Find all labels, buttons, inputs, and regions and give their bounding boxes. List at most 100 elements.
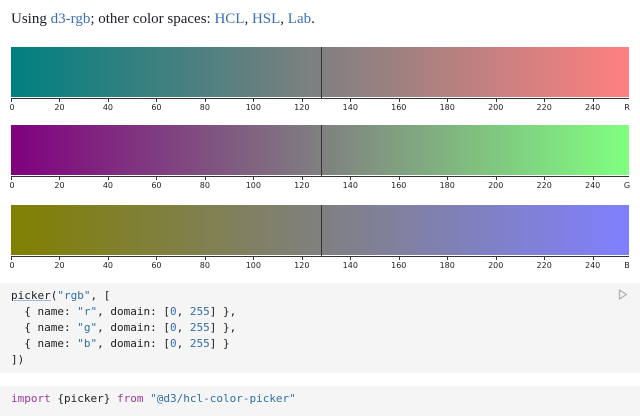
axis-tick bbox=[59, 256, 60, 260]
code-token: { name: bbox=[11, 305, 78, 318]
code-number: 255 bbox=[189, 305, 210, 318]
axis-line bbox=[11, 256, 629, 257]
tick-label: 120 bbox=[294, 261, 310, 270]
tick-label: 240 bbox=[585, 103, 601, 112]
axis-tick bbox=[156, 256, 157, 260]
code-text: picker("rgb", [ { name: "r", domain: [0,… bbox=[11, 288, 236, 368]
code-token: ] } bbox=[209, 337, 230, 350]
code-cell[interactable]: picker("rgb", [ { name: "r", domain: [0,… bbox=[0, 283, 640, 373]
axis-tick bbox=[11, 256, 12, 260]
tick-label: 180 bbox=[439, 261, 455, 270]
gradient-bar-g[interactable] bbox=[11, 125, 629, 175]
tick-label: 160 bbox=[391, 181, 407, 190]
intro-text: Using d3-rgb; other color spaces: HCL, H… bbox=[11, 8, 315, 30]
code-number: 255 bbox=[189, 321, 210, 334]
code-token: ] }, bbox=[209, 305, 237, 318]
channel-label-b: B bbox=[624, 261, 630, 270]
axis-tick bbox=[59, 98, 60, 102]
hsl-link[interactable]: HSL bbox=[252, 11, 280, 27]
run-cell-icon[interactable] bbox=[618, 289, 628, 300]
value-marker-b[interactable] bbox=[321, 205, 322, 256]
axis-line bbox=[11, 176, 629, 177]
gradient-bar-r[interactable] bbox=[11, 47, 629, 97]
tick-label: 20 bbox=[54, 261, 65, 270]
tick-label: 0 bbox=[9, 181, 15, 190]
tick-label: 180 bbox=[439, 103, 455, 112]
axis-tick bbox=[544, 256, 545, 260]
axis-tick bbox=[156, 176, 157, 180]
code-keyword: from bbox=[116, 392, 144, 405]
channel-slider-b[interactable]: 0 20 40 60 80 100 120 140 160 180 200 220 240 B bbox=[9, 205, 630, 276]
code-number: 0 bbox=[169, 305, 177, 318]
code-number: 255 bbox=[189, 337, 210, 350]
code-text: import {picker} from "@d3/hcl-color-pick… bbox=[11, 391, 296, 407]
axis-tick bbox=[205, 98, 206, 102]
code-token: {picker} bbox=[50, 392, 117, 405]
axis-tick bbox=[350, 98, 351, 102]
axis-tick bbox=[59, 176, 60, 180]
picker-call[interactable]: picker bbox=[11, 289, 51, 302]
tick-label: 140 bbox=[342, 181, 358, 190]
tick-label: 40 bbox=[102, 103, 114, 112]
axis-tick bbox=[593, 256, 594, 260]
channel-slider-g[interactable]: 0 20 40 60 80 100 120 140 160 180 200 220 240 G bbox=[9, 125, 631, 195]
d3-rgb-link[interactable]: d3-rgb bbox=[51, 11, 91, 27]
axis-line bbox=[11, 98, 629, 99]
axis-tick bbox=[544, 98, 545, 102]
code-token: , domain: [ bbox=[97, 337, 170, 350]
axis-r: 0 20 40 60 80 100 120 140 160 180 200 220 240 R bbox=[9, 98, 630, 118]
axis-tick bbox=[302, 176, 303, 180]
axis-tick bbox=[496, 98, 497, 102]
tick-label: 40 bbox=[102, 261, 114, 270]
tick-label: 220 bbox=[536, 181, 552, 190]
axis-tick bbox=[205, 176, 206, 180]
code-token: { name: bbox=[11, 321, 78, 334]
value-marker-g[interactable] bbox=[321, 125, 322, 176]
axis-tick bbox=[11, 98, 12, 102]
axis-tick bbox=[253, 176, 254, 180]
tick-label: 80 bbox=[199, 181, 210, 190]
intro-middle: ; other color spaces: bbox=[90, 11, 215, 27]
tick-label: 60 bbox=[151, 261, 162, 270]
tick-label: 220 bbox=[536, 103, 552, 112]
intro-prefix: Using bbox=[11, 11, 51, 27]
channel-label-g: G bbox=[623, 181, 631, 190]
hcl-link[interactable]: HCL bbox=[214, 11, 244, 27]
tick-label: 120 bbox=[294, 181, 310, 190]
axis-tick bbox=[302, 98, 303, 102]
code-cell-import[interactable]: import {picker} from "@d3/hcl-color-pick… bbox=[0, 386, 640, 416]
tick-label: 80 bbox=[199, 261, 210, 270]
axis-tick bbox=[350, 176, 351, 180]
code-token: , bbox=[176, 305, 190, 318]
tick-label: 200 bbox=[488, 103, 504, 112]
code-string: "b" bbox=[77, 337, 98, 350]
channel-slider-r[interactable]: 0 20 40 60 80 100 120 140 160 180 200 220 240 R bbox=[9, 47, 630, 118]
axis-tick bbox=[156, 98, 157, 102]
code-token: { name: bbox=[11, 337, 78, 350]
tick-label: 80 bbox=[199, 103, 210, 112]
code-number: 0 bbox=[169, 337, 177, 350]
tick-label: 0 bbox=[9, 261, 15, 270]
axis-tick bbox=[108, 256, 109, 260]
axis-tick bbox=[447, 256, 448, 260]
tick-label: 40 bbox=[102, 181, 114, 190]
axis-b: 0 20 40 60 80 100 120 140 160 180 200 220 240 B bbox=[9, 256, 630, 276]
axis-tick bbox=[108, 176, 109, 180]
code-token: ] }, bbox=[209, 321, 237, 334]
tick-label: 240 bbox=[585, 261, 601, 270]
code-token: , domain: [ bbox=[97, 305, 170, 318]
tick-label: 160 bbox=[391, 261, 407, 270]
tick-label: 120 bbox=[294, 103, 310, 112]
tick-label: 60 bbox=[151, 103, 162, 112]
axis-tick bbox=[399, 98, 400, 102]
tick-label: 180 bbox=[439, 181, 455, 190]
axis-tick bbox=[11, 176, 12, 180]
gradient-bar-b[interactable] bbox=[11, 205, 629, 255]
value-marker-r[interactable] bbox=[321, 47, 322, 98]
axis-tick bbox=[205, 256, 206, 260]
code-number: 0 bbox=[169, 321, 177, 334]
tick-label: 100 bbox=[245, 181, 261, 190]
axis-tick bbox=[399, 176, 400, 180]
code-keyword: import bbox=[11, 392, 51, 405]
lab-link[interactable]: Lab bbox=[288, 11, 311, 27]
